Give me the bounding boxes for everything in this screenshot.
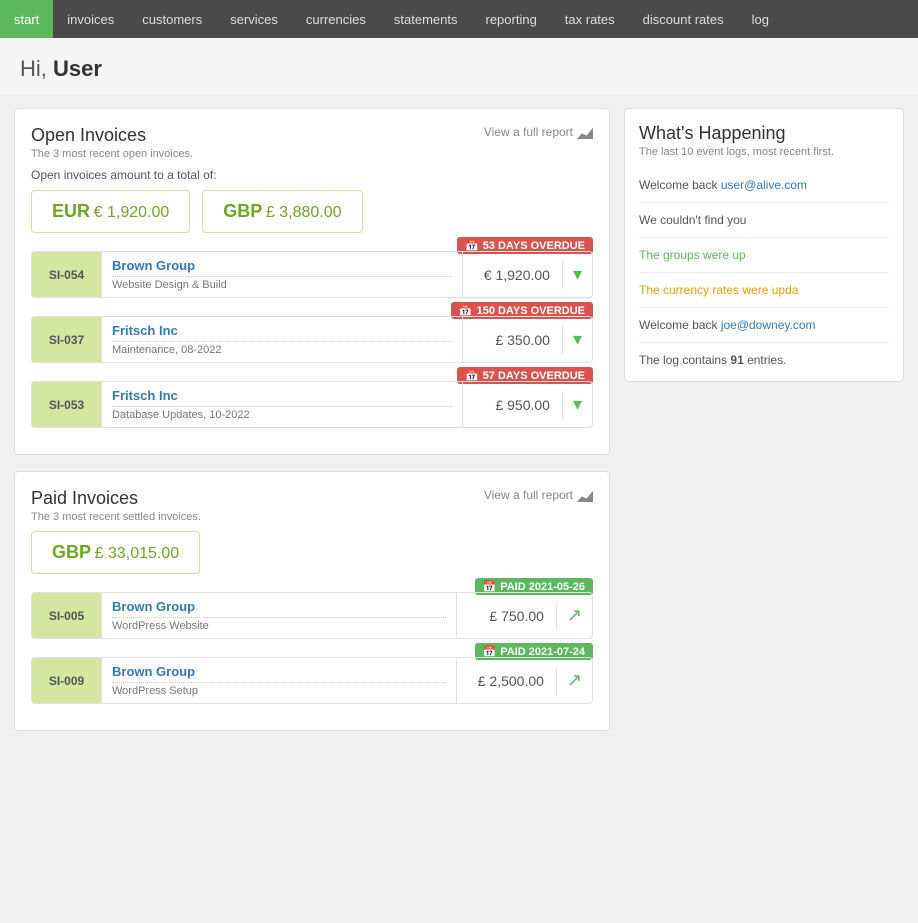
invoice-desc-si054: Website Design & Build: [112, 276, 452, 291]
open-currency-eur: EUR € 1,920.00: [31, 190, 190, 233]
open-invoice-si037-wrapper: 150 DAYS OVERDUE SI-037 Fritsch Inc Main…: [31, 316, 593, 363]
whats-happening-card: What's Happening The last 10 event logs,…: [624, 108, 904, 382]
right-panel: What's Happening The last 10 event logs,…: [624, 108, 904, 747]
invoice-id-si054: SI-054: [32, 252, 102, 297]
invoice-client-si053[interactable]: Fritsch Inc: [112, 388, 452, 403]
event-5-link[interactable]: joe@downey.com: [721, 318, 816, 332]
invoice-amount-si054: € 1,920.00: [463, 261, 563, 289]
nav-currencies[interactable]: currencies: [292, 0, 380, 38]
open-invoice-si054: SI-054 Brown Group Website Design & Buil…: [31, 251, 593, 298]
open-invoices-title: Open Invoices: [31, 125, 193, 146]
chevron-down-icon: [573, 394, 582, 415]
invoice-client-si005[interactable]: Brown Group: [112, 599, 446, 614]
open-invoices-view-report[interactable]: View a full report: [484, 125, 593, 139]
open-invoices-total-label: Open invoices amount to a total of:: [31, 168, 593, 182]
open-invoices-currency-boxes: EUR € 1,920.00 GBP £ 3,880.00: [31, 190, 593, 233]
nav-statements[interactable]: statements: [380, 0, 472, 38]
paid-invoices-view-report[interactable]: View a full report: [484, 488, 593, 502]
paid-invoices-title: Paid Invoices: [31, 488, 201, 509]
event-5: Welcome back joe@downey.com: [639, 308, 889, 343]
invoice-open-si005[interactable]: ↗: [557, 599, 592, 632]
chevron-down-icon: [573, 264, 582, 285]
open-currency-gbp: GBP £ 3,880.00: [202, 190, 362, 233]
open-invoice-si053-wrapper: 57 DAYS OVERDUE SI-053 Fritsch Inc Datab…: [31, 381, 593, 428]
chevron-down-icon: [573, 329, 582, 350]
event-1: Welcome back user@alive.com: [639, 168, 889, 203]
invoice-client-si037[interactable]: Fritsch Inc: [112, 323, 452, 338]
event-1-link[interactable]: user@alive.com: [721, 178, 807, 192]
event-2: We couldn't find you: [639, 203, 889, 238]
event-3: The groups were up: [639, 238, 889, 273]
whats-happening-subtitle: The last 10 event logs, most recent firs…: [639, 146, 889, 158]
invoice-desc-si037: Maintenance, 08-2022: [112, 341, 452, 356]
invoice-expand-si037[interactable]: [563, 323, 592, 356]
invoice-expand-si054[interactable]: [563, 258, 592, 291]
paid-invoice-si005-wrapper: PAID 2021-05-26 SI-005 Brown Group WordP…: [31, 592, 593, 639]
invoice-amount-si005: £ 750.00: [457, 602, 557, 630]
invoice-id-si037: SI-037: [32, 317, 102, 362]
open-invoice-si054-wrapper: 53 DAYS OVERDUE SI-054 Brown Group Websi…: [31, 251, 593, 298]
whats-happening-title: What's Happening: [639, 123, 889, 144]
invoice-desc-si005: WordPress Website: [112, 617, 446, 632]
log-footer: The log contains 91 entries.: [639, 353, 889, 367]
invoice-open-si009[interactable]: ↗: [557, 664, 592, 697]
invoice-client-si009[interactable]: Brown Group: [112, 664, 446, 679]
invoice-desc-si053: Database Updates, 10-2022: [112, 406, 452, 421]
chart-icon: [577, 125, 593, 139]
open-invoice-si037: SI-037 Fritsch Inc Maintenance, 08-2022 …: [31, 316, 593, 363]
event-4: The currency rates were upda: [639, 273, 889, 308]
invoice-id-si009: SI-009: [32, 658, 102, 703]
nav-tax-rates[interactable]: tax rates: [551, 0, 629, 38]
paid-currency-gbp: GBP £ 33,015.00: [31, 531, 200, 574]
greeting-username: User: [53, 56, 102, 81]
invoice-id-si053: SI-053: [32, 382, 102, 427]
paid-invoices-currency-boxes: GBP £ 33,015.00: [31, 531, 593, 574]
paid-invoices-subtitle: The 3 most recent settled invoices.: [31, 511, 201, 523]
open-invoices-card: Open Invoices The 3 most recent open inv…: [14, 108, 610, 455]
nav-reporting[interactable]: reporting: [471, 0, 550, 38]
invoice-expand-si053[interactable]: [563, 388, 592, 421]
open-invoice-si053: SI-053 Fritsch Inc Database Updates, 10-…: [31, 381, 593, 428]
invoice-desc-si009: WordPress Setup: [112, 682, 446, 697]
paid-invoice-si009-wrapper: PAID 2021-07-24 SI-009 Brown Group WordP…: [31, 657, 593, 704]
left-panel: Open Invoices The 3 most recent open inv…: [14, 108, 610, 747]
invoice-amount-si053: £ 950.00: [463, 391, 563, 419]
invoice-amount-si037: £ 350.00: [463, 326, 563, 354]
nav-log[interactable]: log: [738, 0, 783, 38]
paid-invoice-si009: SI-009 Brown Group WordPress Setup £ 2,5…: [31, 657, 593, 704]
nav-services[interactable]: services: [216, 0, 292, 38]
invoice-id-si005: SI-005: [32, 593, 102, 638]
main-nav: start invoices customers services curren…: [0, 0, 918, 38]
invoice-client-si054[interactable]: Brown Group: [112, 258, 452, 273]
nav-discount-rates[interactable]: discount rates: [629, 0, 738, 38]
greeting-prefix: Hi,: [20, 56, 53, 81]
greeting: Hi, User: [0, 38, 918, 94]
paid-invoices-card: Paid Invoices The 3 most recent settled …: [14, 471, 610, 731]
paid-invoice-si005: SI-005 Brown Group WordPress Website £ 7…: [31, 592, 593, 639]
chart-icon: [577, 488, 593, 502]
nav-invoices[interactable]: invoices: [53, 0, 128, 38]
nav-customers[interactable]: customers: [128, 0, 216, 38]
open-invoices-subtitle: The 3 most recent open invoices.: [31, 148, 193, 160]
nav-start[interactable]: start: [0, 0, 53, 38]
invoice-amount-si009: £ 2,500.00: [457, 667, 557, 695]
